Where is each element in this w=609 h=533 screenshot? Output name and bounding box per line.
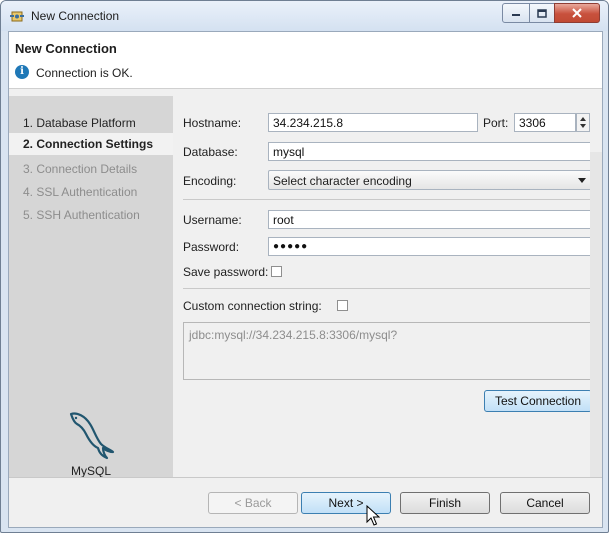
hostname-label: Hostname:: [183, 116, 242, 130]
window-title: New Connection: [31, 9, 120, 23]
username-label: Username:: [183, 213, 242, 227]
wizard-header: New Connection i Connection is OK.: [9, 32, 602, 89]
dialog-client: New Connection i Connection is OK. 1. Da…: [8, 31, 603, 528]
back-button[interactable]: < Back: [208, 492, 298, 514]
port-input[interactable]: [514, 113, 576, 132]
maximize-icon: [537, 8, 547, 18]
divider: [183, 288, 592, 289]
mysql-dolphin-icon: [69, 412, 115, 460]
hostname-input[interactable]: [268, 113, 478, 132]
cancel-button[interactable]: Cancel: [500, 492, 590, 514]
close-button[interactable]: [554, 3, 600, 23]
mouse-cursor-icon: [366, 505, 380, 526]
scrollbar[interactable]: [590, 96, 602, 477]
step-database-platform[interactable]: 1. Database Platform: [23, 116, 136, 130]
encoding-value: Select character encoding: [273, 174, 412, 188]
header-title: New Connection: [15, 41, 117, 56]
connection-string-textarea: jdbc:mysql://34.234.215.8:3306/mysql?: [183, 322, 592, 380]
encoding-label: Encoding:: [183, 174, 237, 188]
maximize-button[interactable]: [529, 3, 555, 23]
spin-down-icon[interactable]: [580, 124, 586, 128]
wizard-footer: < Back Next > Finish Cancel: [9, 478, 602, 527]
port-label: Port:: [483, 116, 509, 130]
save-password-checkbox[interactable]: [271, 266, 282, 277]
chevron-down-icon: [578, 178, 586, 183]
app-icon: [10, 11, 24, 22]
save-password-label: Save password:: [183, 265, 269, 279]
new-connection-window: New Connection New Connection i Connecti…: [0, 0, 609, 533]
port-stepper[interactable]: [576, 113, 590, 132]
database-input[interactable]: [268, 142, 592, 161]
info-icon: i: [15, 65, 29, 79]
custom-connection-checkbox[interactable]: [337, 300, 348, 311]
close-icon: [572, 8, 582, 18]
database-label: Database:: [183, 145, 238, 159]
step-connection-details: 3. Connection Details: [23, 162, 138, 176]
divider: [183, 199, 592, 200]
platform-label: MySQL: [70, 464, 111, 478]
encoding-select[interactable]: Select character encoding: [268, 170, 592, 190]
minimize-button[interactable]: [502, 3, 530, 23]
password-mask: ●●●●●: [273, 241, 309, 252]
test-connection-button[interactable]: Test Connection: [484, 390, 592, 412]
password-label: Password:: [183, 240, 240, 254]
scroll-track[interactable]: [590, 152, 602, 477]
step-ssh-authentication: 5. SSH Authentication: [23, 208, 140, 222]
status-message: Connection is OK.: [36, 66, 133, 80]
username-input[interactable]: [268, 210, 592, 229]
step-ssl-authentication: 4. SSL Authentication: [23, 185, 138, 199]
title-bar[interactable]: New Connection: [1, 1, 608, 31]
minimize-icon: [512, 14, 520, 16]
custom-connection-label: Custom connection string:: [183, 299, 322, 313]
wizard-steps-sidebar: 1. Database Platform 2. Connection Setti…: [9, 96, 173, 478]
step-connection-settings[interactable]: 2. Connection Settings: [9, 133, 173, 155]
password-input[interactable]: ●●●●●: [268, 237, 592, 256]
connection-settings-panel: Hostname: Port: Database: Encoding: Sele…: [173, 96, 592, 477]
spin-up-icon[interactable]: [580, 117, 586, 121]
finish-button[interactable]: Finish: [400, 492, 490, 514]
connection-string-value: jdbc:mysql://34.234.215.8:3306/mysql?: [189, 328, 398, 342]
